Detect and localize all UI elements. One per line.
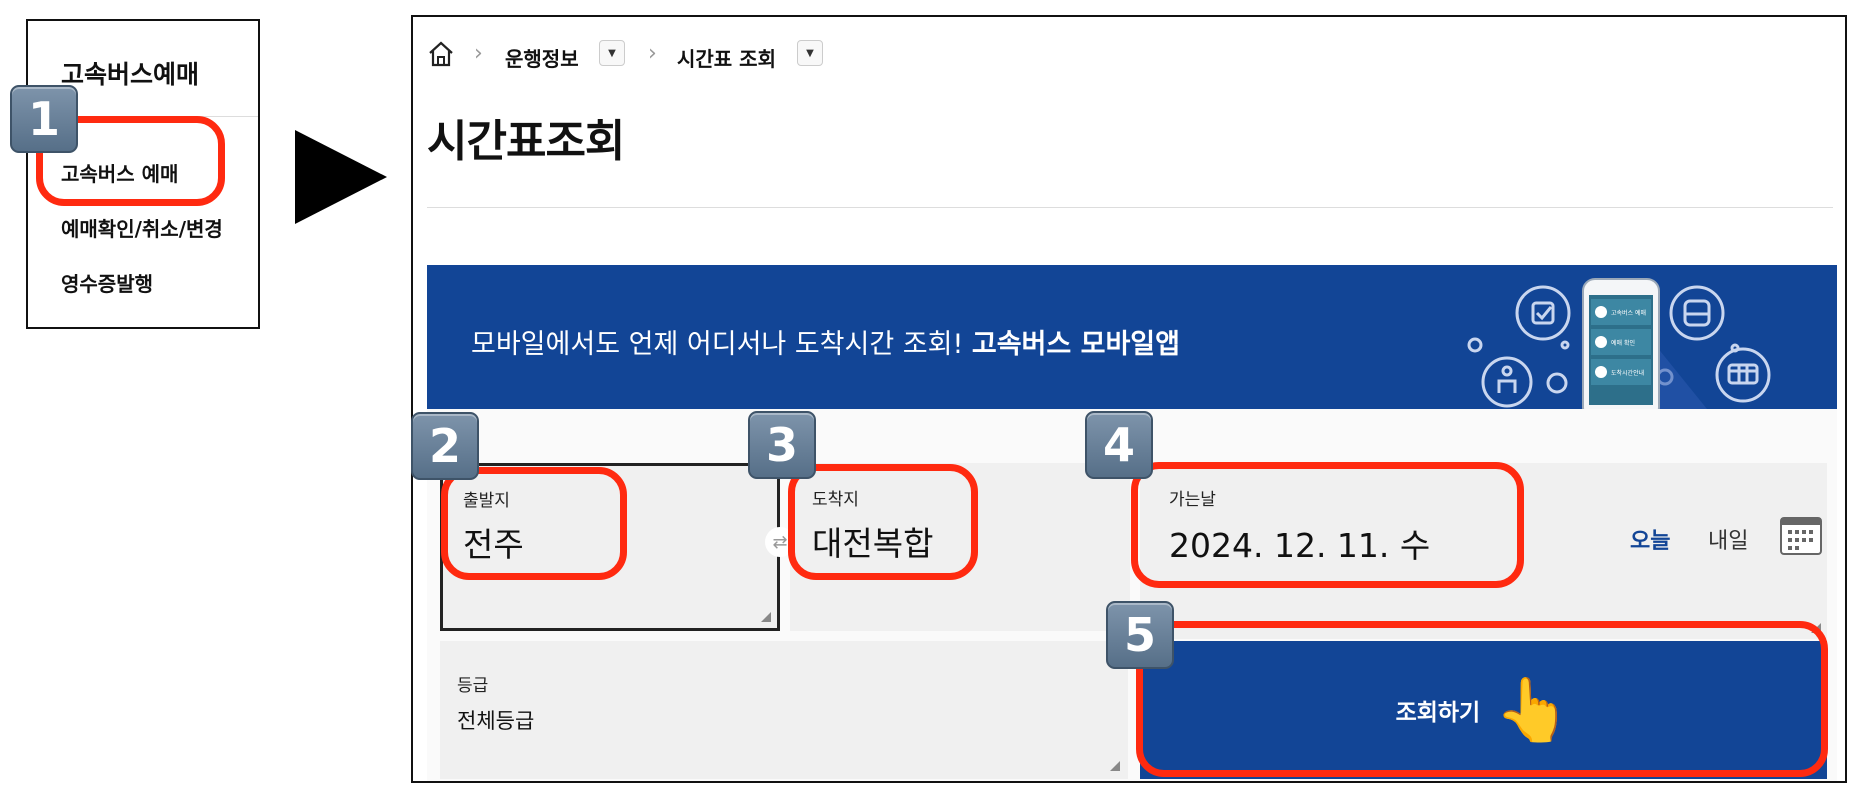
tomorrow-button[interactable]: 내일 bbox=[1708, 523, 1748, 555]
menu-title: 고속버스예매 bbox=[61, 60, 200, 89]
step-badge-1: 1 bbox=[10, 85, 78, 153]
phone-menu-item: 예매 확인 bbox=[1611, 339, 1635, 347]
step-badge-3: 3 bbox=[748, 411, 816, 479]
highlight-ring-2 bbox=[441, 467, 627, 580]
breadcrumb-item-timetable[interactable]: 시간표 조회 bbox=[677, 43, 776, 72]
step-badge-4: 4 bbox=[1085, 411, 1153, 479]
calendar-icon[interactable] bbox=[1780, 517, 1822, 555]
step-badge-5: 5 bbox=[1106, 601, 1174, 669]
grade-value: 전체등급 bbox=[457, 709, 535, 733]
highlight-ring-4 bbox=[1131, 462, 1524, 588]
banner-illustration: 고속버스 예매 예매 확인 도착시간안내 bbox=[1467, 278, 1771, 409]
arrow-right-icon bbox=[295, 130, 387, 224]
breadcrumb-separator-icon: › bbox=[474, 41, 483, 66]
breadcrumb-item-service-info[interactable]: 운행정보 bbox=[505, 43, 579, 72]
grade-field[interactable]: 등급 전체등급 bbox=[440, 641, 1128, 779]
phone-menu-item: 고속버스 예매 bbox=[1611, 309, 1646, 317]
banner-message: 모바일에서도 언제 어디서나 도착시간 조회! bbox=[471, 329, 972, 360]
breadcrumb-separator-icon: › bbox=[648, 41, 657, 66]
resize-icon bbox=[761, 612, 771, 622]
chevron-down-icon[interactable]: ▼ bbox=[797, 40, 823, 66]
home-icon[interactable] bbox=[427, 40, 455, 68]
chevron-down-icon[interactable]: ▼ bbox=[599, 40, 625, 66]
banner-text: 모바일에서도 언제 어디서나 도착시간 조회! 고속버스 모바일앱 bbox=[471, 322, 1180, 361]
today-button[interactable]: 오늘 bbox=[1630, 523, 1670, 555]
highlight-ring-3 bbox=[788, 464, 978, 580]
title-divider bbox=[427, 207, 1833, 208]
phone-menu-item: 도착시간안내 bbox=[1611, 369, 1644, 377]
menu-item-receipt[interactable]: 영수증발행 bbox=[61, 268, 153, 297]
highlight-ring-5 bbox=[1136, 621, 1828, 777]
grade-label: 등급 bbox=[457, 676, 489, 696]
resize-icon bbox=[1110, 761, 1120, 771]
mobile-app-banner[interactable]: 모바일에서도 언제 어디서나 도착시간 조회! 고속버스 모바일앱 고속버스 예… bbox=[427, 265, 1837, 409]
step-badge-2: 2 bbox=[411, 412, 479, 480]
menu-item-reservation-check[interactable]: 예매확인/취소/변경 bbox=[61, 213, 223, 242]
banner-emphasis: 고속버스 모바일앱 bbox=[971, 329, 1180, 360]
page-title: 시간표조회 bbox=[427, 116, 625, 167]
